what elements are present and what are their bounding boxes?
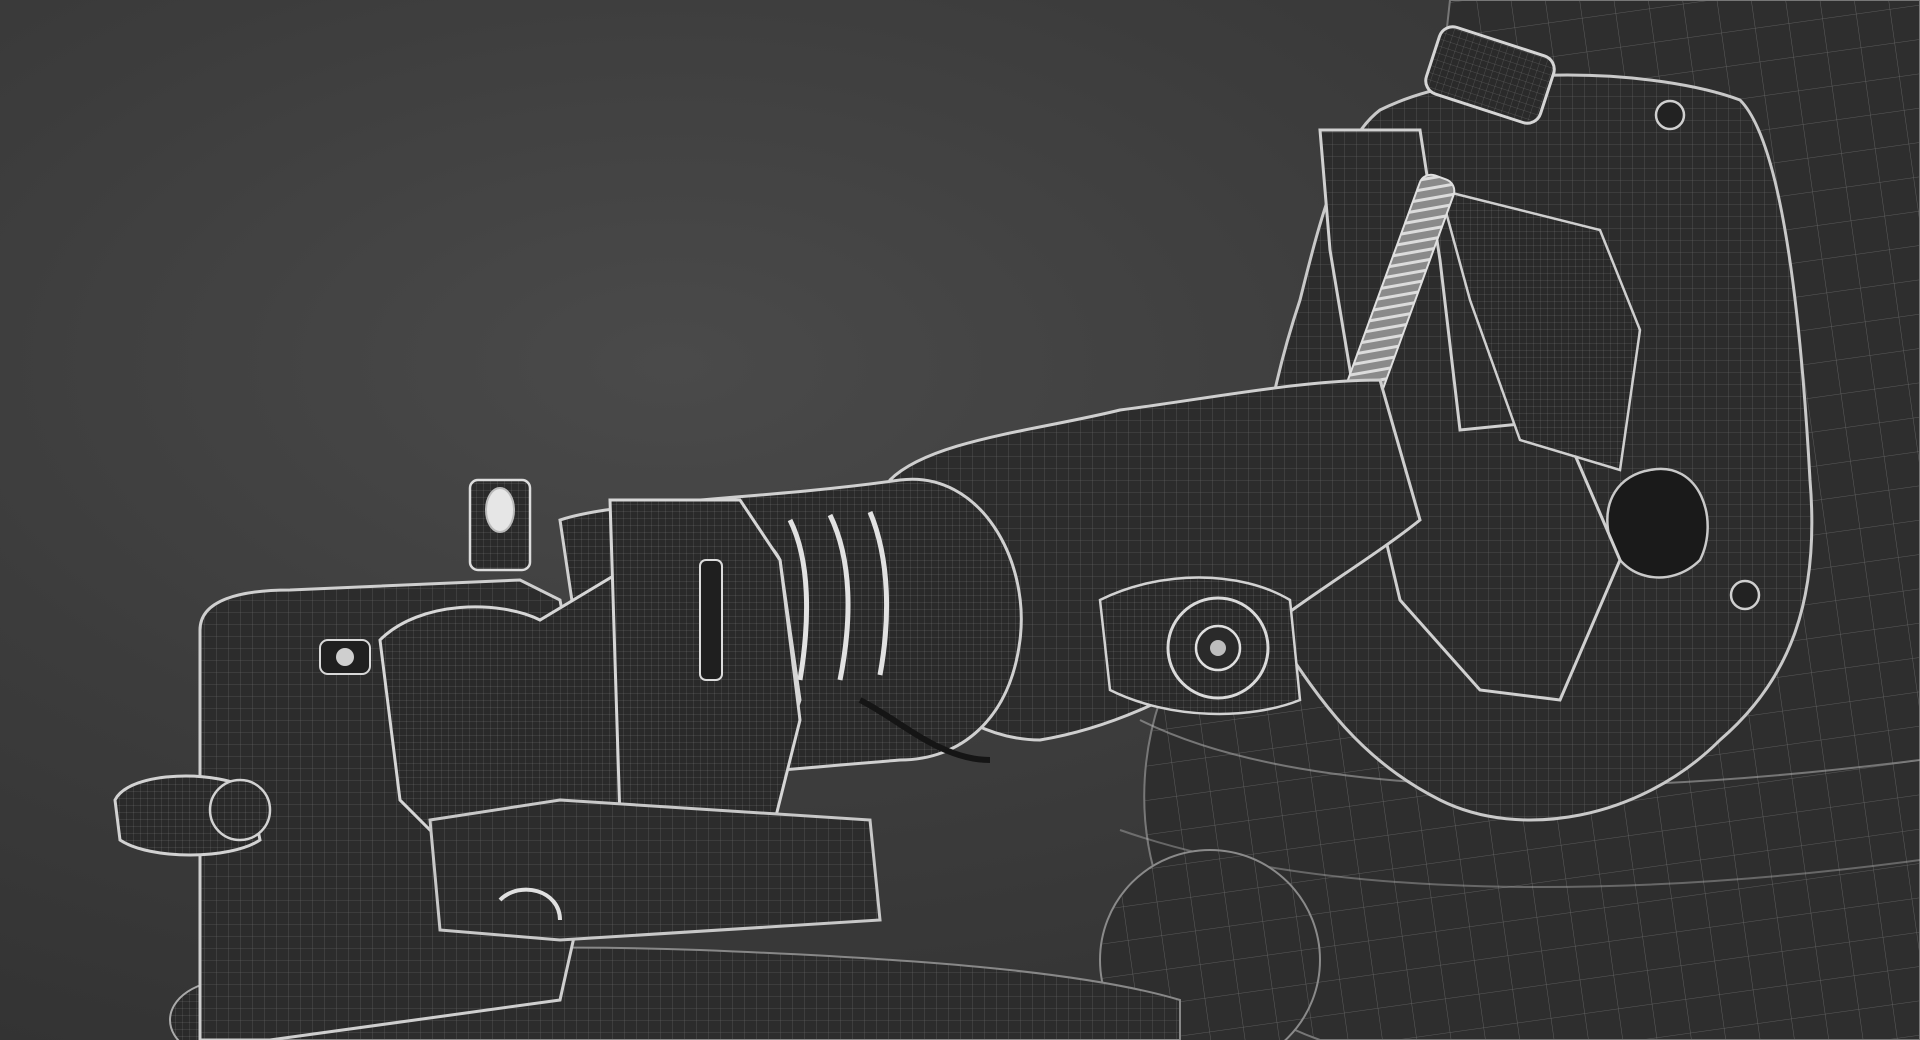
render-viewport: [0, 0, 1920, 1040]
wireframe-render: [113, 0, 1920, 1040]
